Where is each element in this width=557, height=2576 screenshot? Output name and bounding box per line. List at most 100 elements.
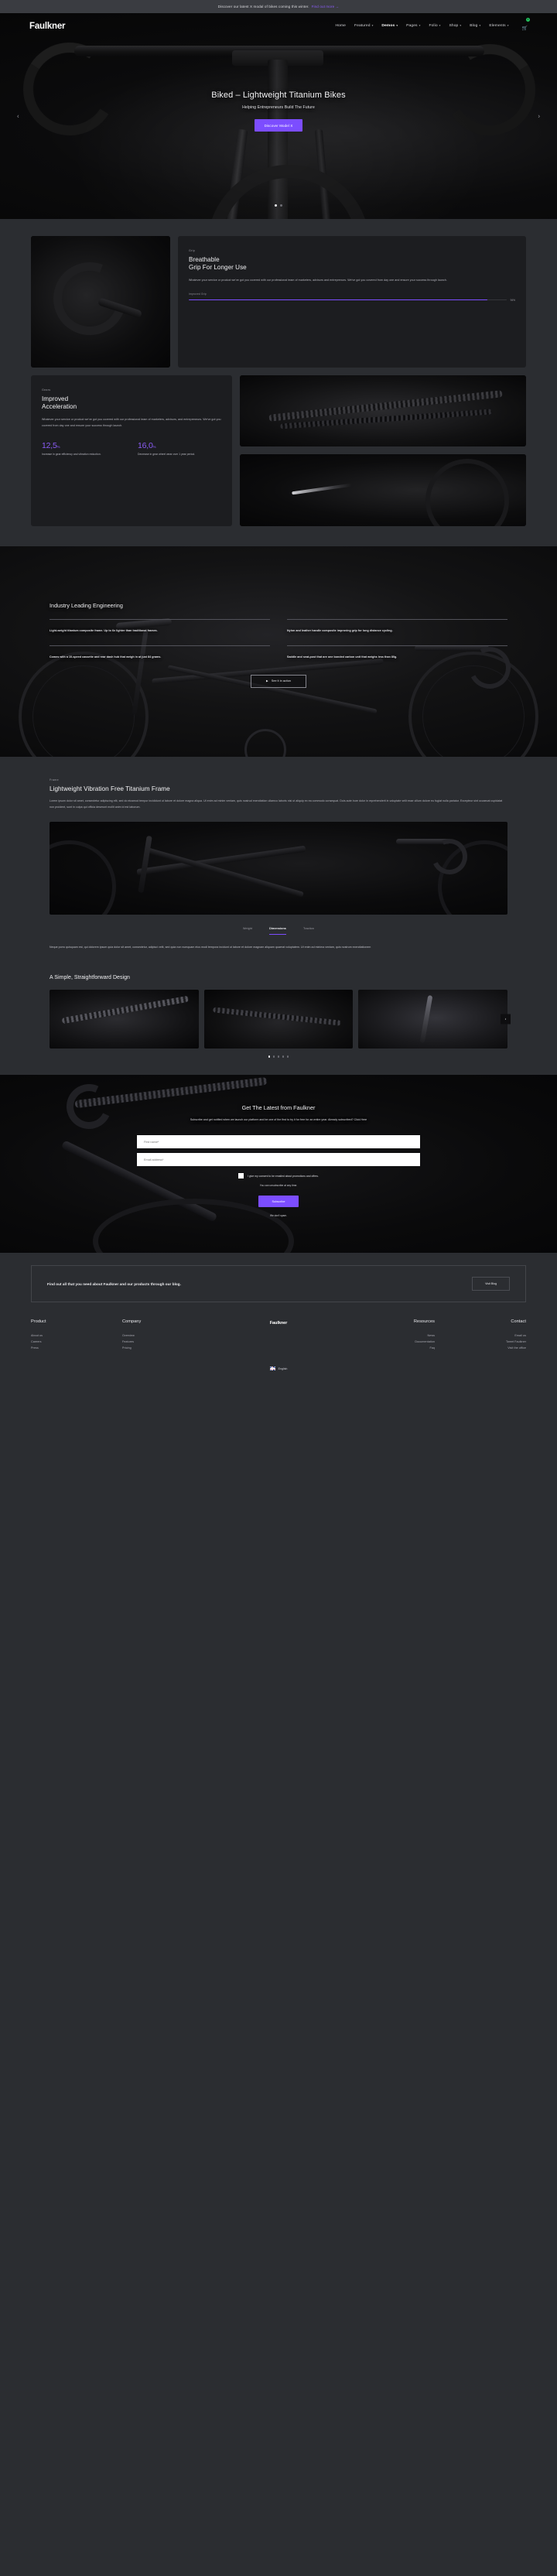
engineering-feature-text: Saddle and seat-post that are one bonded… bbox=[287, 655, 398, 659]
hero-dot[interactable] bbox=[280, 204, 282, 207]
gears-card-body: Whatever your service or product we've g… bbox=[42, 418, 221, 427]
gallery-dot[interactable] bbox=[268, 1055, 271, 1059]
hero-slider-dots bbox=[0, 204, 557, 207]
hero-dot[interactable] bbox=[275, 204, 277, 207]
visit-blog-button[interactable]: Visit Blog bbox=[472, 1277, 510, 1291]
footer: Find out all that you need about Faulkne… bbox=[0, 1253, 557, 1382]
email-input[interactable] bbox=[137, 1153, 420, 1167]
footer-link[interactable]: Tweet Faulkner bbox=[435, 1339, 526, 1345]
engineering-feature-text: Light-weight titanium composite frame. U… bbox=[50, 629, 158, 632]
chevron-down-icon: ▾ bbox=[479, 23, 481, 27]
announcement-link[interactable]: Find out more → bbox=[312, 5, 340, 9]
consent-label: I give my consent to be emailed about pr… bbox=[248, 1174, 319, 1178]
grip-card-title: Breathable Grip For Longer Use bbox=[189, 256, 515, 272]
footer-link[interactable]: Careers bbox=[31, 1339, 122, 1345]
stat-number: 16,0% bbox=[138, 441, 221, 450]
footer-link[interactable]: Visit the office bbox=[435, 1345, 526, 1351]
gallery-dot[interactable] bbox=[272, 1055, 275, 1059]
unsubscribe-note: You can unsubscribe at any time. bbox=[259, 1184, 298, 1188]
nav-label: Pages bbox=[406, 24, 418, 28]
stat-value: 12,5 bbox=[42, 440, 57, 450]
stat-unit: % bbox=[152, 444, 156, 449]
footer-columns: Product About us Careers Press Company O… bbox=[31, 1319, 526, 1351]
site-logo[interactable]: Faulkner bbox=[29, 22, 66, 31]
cards-row-1: Grip Breathable Grip For Longer Use What… bbox=[31, 236, 526, 368]
bike-handlebar-photo bbox=[31, 236, 170, 368]
see-it-in-action-label: See it in action bbox=[271, 679, 292, 683]
gallery-item-brake[interactable] bbox=[50, 990, 199, 1049]
footer-link[interactable]: Features bbox=[122, 1339, 214, 1345]
frame-title: Lightweight Vibration Free Titanium Fram… bbox=[50, 785, 170, 792]
footer-column-title: Product bbox=[31, 1319, 46, 1325]
nav-item-elements[interactable]: Elements ▾ bbox=[489, 24, 508, 28]
frame-spec-tabs: Weight Dimensions Traction bbox=[50, 927, 507, 935]
grip-progress-row: 94% bbox=[189, 299, 515, 302]
nav-item-demos[interactable]: Demos ▾ bbox=[381, 24, 398, 28]
nav-links: Home Featured ▾ Demos ▾ Pages ▾ Folio ▾ Shop… bbox=[336, 17, 530, 33]
cart-button[interactable]: 🛒 0 bbox=[522, 17, 530, 33]
engineering-feature: Nylon and leather handle composite impro… bbox=[287, 619, 507, 645]
gallery-item-chainring[interactable] bbox=[203, 990, 354, 1049]
footer-link[interactable]: News bbox=[343, 1332, 435, 1339]
gears-card-kicker: Gears bbox=[42, 388, 51, 392]
engineering-features-grid: Light-weight titanium composite frame. U… bbox=[50, 619, 507, 672]
first-name-input[interactable] bbox=[137, 1135, 420, 1149]
nav-item-pages[interactable]: Pages ▾ bbox=[406, 24, 420, 28]
grip-title-line2: Grip For Longer Use bbox=[189, 264, 247, 272]
footer-brand: Faulkner bbox=[269, 1321, 288, 1326]
language-label: English bbox=[278, 1367, 288, 1370]
titanium-frame-photo bbox=[50, 821, 507, 915]
footer-link[interactable]: Press bbox=[31, 1345, 122, 1351]
footer-link[interactable]: Pricing bbox=[122, 1345, 214, 1351]
gears-stats: 12,5% Increase in gear efficiency and vi… bbox=[42, 441, 221, 457]
cards-row-2: Gears Improved Acceleration Whatever you… bbox=[31, 375, 526, 526]
hero-subtitle: Helping Entrepreneurs Build The Future bbox=[242, 105, 315, 110]
footer-link[interactable]: Faq bbox=[343, 1345, 435, 1351]
gallery-item-seatpost[interactable] bbox=[358, 990, 508, 1049]
footer-column-company: Company Overview Features Pricing bbox=[122, 1319, 214, 1351]
footer-column-contact: Contact Email us Tweet Faulkner Visit th… bbox=[435, 1319, 526, 1351]
language-selector[interactable]: English bbox=[31, 1367, 526, 1371]
tab-panel-body: Neque porro quisquam est, qui dolorem ip… bbox=[50, 945, 371, 949]
play-icon: ▶ bbox=[265, 679, 268, 682]
grip-progress-percent: 94% bbox=[510, 298, 515, 302]
bike-chain-photo bbox=[240, 375, 526, 446]
tab-traction[interactable]: Traction bbox=[303, 927, 314, 935]
footer-link[interactable]: About us bbox=[31, 1332, 122, 1339]
gallery-dot[interactable] bbox=[286, 1055, 289, 1059]
newsletter-description: Subscribe and get notified when we launc… bbox=[190, 1118, 367, 1122]
nav-item-shop[interactable]: Shop ▾ bbox=[449, 24, 461, 28]
nav-label: Blog bbox=[470, 24, 478, 28]
grip-progress-track bbox=[189, 299, 507, 301]
gallery-next-arrow[interactable]: › bbox=[501, 1014, 511, 1025]
features-cards-section: Grip Breathable Grip For Longer Use What… bbox=[0, 219, 557, 546]
footer-link[interactable]: Overview bbox=[122, 1332, 214, 1339]
footer-link[interactable]: Email us bbox=[435, 1332, 526, 1339]
footer-column-product: Product About us Careers Press bbox=[31, 1319, 122, 1351]
grip-progress-fill bbox=[189, 299, 487, 301]
nav-label: Featured bbox=[354, 24, 371, 28]
footer-column-title: Company bbox=[122, 1319, 142, 1325]
tab-dimensions[interactable]: Dimensions bbox=[269, 927, 286, 935]
engineering-section: Industry Leading Engineering Light-weigh… bbox=[0, 546, 557, 757]
photo-stack bbox=[240, 375, 526, 526]
engineering-feature: Saddle and seat-post that are one bonded… bbox=[287, 645, 507, 672]
announcement-bar: Discover our latest X modal of bikes com… bbox=[0, 0, 557, 13]
consent-checkbox[interactable] bbox=[238, 1173, 244, 1179]
subscribe-button[interactable]: Subscribe bbox=[258, 1196, 299, 1208]
hero-next-arrow[interactable]: › bbox=[538, 113, 540, 120]
gallery-dot[interactable] bbox=[277, 1055, 280, 1059]
nav-label: Shop bbox=[449, 24, 459, 28]
footer-column-resources: Resources News Documentation Faq bbox=[343, 1319, 435, 1351]
hero-prev-arrow[interactable]: ‹ bbox=[17, 113, 19, 120]
gallery-dot[interactable] bbox=[282, 1055, 285, 1059]
nav-item-blog[interactable]: Blog ▾ bbox=[470, 24, 480, 28]
footer-link[interactable]: Documentation bbox=[343, 1339, 435, 1345]
nav-item-featured[interactable]: Featured ▾ bbox=[354, 24, 373, 28]
nav-item-home[interactable]: Home bbox=[336, 24, 347, 28]
nav-label: Demos bbox=[381, 24, 395, 28]
nav-item-folio[interactable]: Folio ▾ bbox=[429, 24, 440, 28]
discover-model-button[interactable]: Discover Model X bbox=[254, 119, 303, 132]
tab-weight[interactable]: Weight bbox=[243, 927, 252, 935]
see-it-in-action-button[interactable]: ▶ See it in action bbox=[251, 674, 306, 688]
